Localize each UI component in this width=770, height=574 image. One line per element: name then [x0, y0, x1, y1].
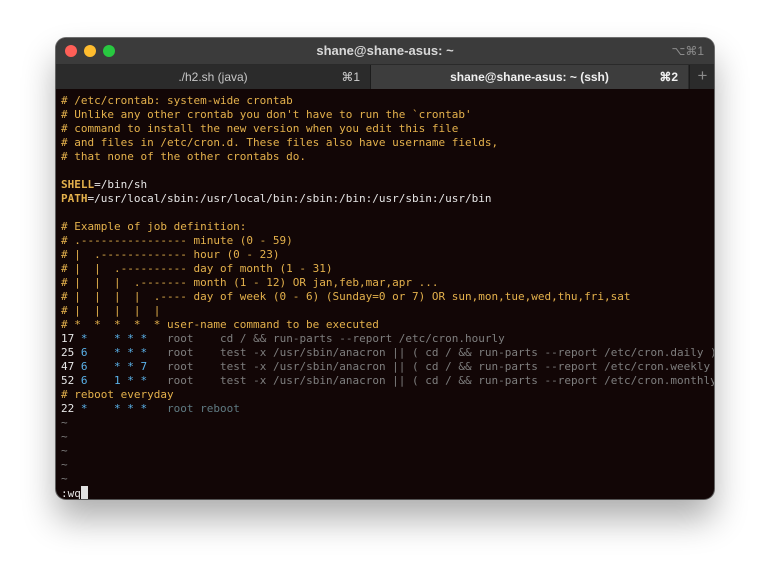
job-day-of-week: 7 — [140, 360, 148, 373]
job-minute: 52 — [61, 374, 75, 387]
title-bar[interactable]: shane@shane-asus: ~ ⌥⌘1 — [56, 38, 714, 65]
comment-line: # | | | | .---- day of week (0 - 6) (Sun… — [61, 290, 631, 303]
comment-line: # command to install the new version whe… — [61, 122, 459, 135]
new-tab-icon[interactable]: + — [689, 65, 714, 89]
tab-label: ./h2.sh (java) — [178, 70, 248, 84]
job-command: reboot — [200, 402, 240, 415]
job-month: * — [127, 374, 134, 387]
comment-line: # /etc/crontab: system-wide crontab — [61, 94, 293, 107]
job-day-of-month: * — [114, 346, 121, 359]
empty-buffer-tilde: ~ — [61, 458, 68, 471]
window-title: shane@shane-asus: ~ — [316, 43, 454, 58]
job-day-of-week: * — [140, 402, 148, 415]
job-month: * — [127, 402, 134, 415]
comment-line: # | | | .------- month (1 - 12) OR jan,f… — [61, 276, 439, 289]
window-shortcut: ⌥⌘1 — [671, 44, 704, 58]
comment-line: # Example of job definition: — [61, 220, 247, 233]
job-minute: 47 — [61, 360, 75, 373]
command-text: :wq — [61, 487, 81, 499]
job-user: root — [167, 402, 194, 415]
comment-line: # reboot everyday — [61, 388, 174, 401]
job-hour: * — [80, 402, 88, 415]
path-variable-line: PATH=/usr/local/sbin:/usr/local/bin:/sbi… — [61, 192, 492, 205]
tab-bar: ./h2.sh (java) ⌘1 shane@shane-asus: ~ (s… — [56, 65, 714, 89]
cron-job-line: 52 6 1 * * root test -x /usr/sbin/anacro… — [61, 374, 714, 388]
job-month: * — [127, 346, 134, 359]
tab-ssh[interactable]: shane@shane-asus: ~ (ssh) ⌘2 — [371, 65, 688, 89]
tab-shortcut: ⌘1 — [341, 70, 360, 84]
job-user: root — [167, 346, 194, 359]
job-month: * — [127, 332, 134, 345]
vim-command-line[interactable]: :wq — [61, 486, 711, 499]
comment-line: # * * * * * user-name command to be exec… — [61, 318, 379, 331]
job-hour: 6 — [80, 374, 88, 387]
job-day-of-week: * — [140, 332, 148, 345]
tab-label: shane@shane-asus: ~ (ssh) — [450, 70, 609, 84]
cron-job-line: 17 * * * * root cd / && run-parts --repo… — [61, 332, 711, 346]
job-month: * — [127, 360, 134, 373]
job-minute: 22 — [61, 402, 75, 415]
job-minute: 17 — [61, 332, 75, 345]
job-hour: * — [80, 332, 88, 345]
empty-buffer-tilde: ~ — [61, 472, 68, 485]
comment-line: # .---------------- minute (0 - 59) — [61, 234, 293, 247]
job-day-of-month: * — [114, 402, 121, 415]
job-hour: 6 — [80, 360, 88, 373]
job-user: root — [167, 332, 194, 345]
job-day-of-week: * — [140, 374, 148, 387]
job-command: test -x /usr/sbin/anacron || ( cd / && r… — [220, 346, 714, 359]
terminal-window: shane@shane-asus: ~ ⌥⌘1 ./h2.sh (java) ⌘… — [56, 38, 714, 499]
job-minute: 25 — [61, 346, 75, 359]
empty-buffer-tilde: ~ — [61, 444, 68, 457]
job-command: test -x /usr/sbin/anacron || ( cd / && r… — [220, 360, 714, 373]
comment-line: # | | .---------- day of month (1 - 31) — [61, 262, 333, 275]
comment-line: # | | | | | — [61, 304, 161, 317]
text-cursor — [80, 486, 88, 499]
job-day-of-month: 1 — [114, 374, 121, 387]
job-day-of-month: * — [114, 332, 121, 345]
job-day-of-week: * — [140, 346, 148, 359]
cron-job-line: 22 * * * * root reboot — [61, 402, 711, 416]
tab-shortcut: ⌘2 — [659, 70, 678, 84]
job-hour: 6 — [80, 346, 88, 359]
comment-line: # Unlike any other crontab you don't hav… — [61, 108, 472, 121]
cron-job-line: 47 6 * * 7 root test -x /usr/sbin/anacro… — [61, 360, 711, 374]
job-user: root — [167, 374, 194, 387]
job-command: test -x /usr/sbin/anacron || ( cd / && r… — [220, 374, 714, 387]
comment-line: # | .------------- hour (0 - 23) — [61, 248, 280, 261]
empty-buffer-tilde: ~ — [61, 416, 68, 429]
job-command: cd / && run-parts --report /etc/cron.hou… — [220, 332, 505, 345]
shell-variable-line: SHELL=/bin/sh — [61, 178, 148, 191]
comment-line: # and files in /etc/cron.d. These files … — [61, 136, 499, 149]
cron-job-line: 25 6 * * * root test -x /usr/sbin/anacro… — [61, 346, 714, 360]
tab-h2-java[interactable]: ./h2.sh (java) ⌘1 — [56, 65, 371, 89]
job-user: root — [167, 360, 194, 373]
comment-line: # that none of the other crontabs do. — [61, 150, 307, 163]
job-day-of-month: * — [114, 360, 121, 373]
terminal-content[interactable]: # /etc/crontab: system-wide crontab # Un… — [61, 94, 714, 499]
empty-buffer-tilde: ~ — [61, 430, 68, 443]
